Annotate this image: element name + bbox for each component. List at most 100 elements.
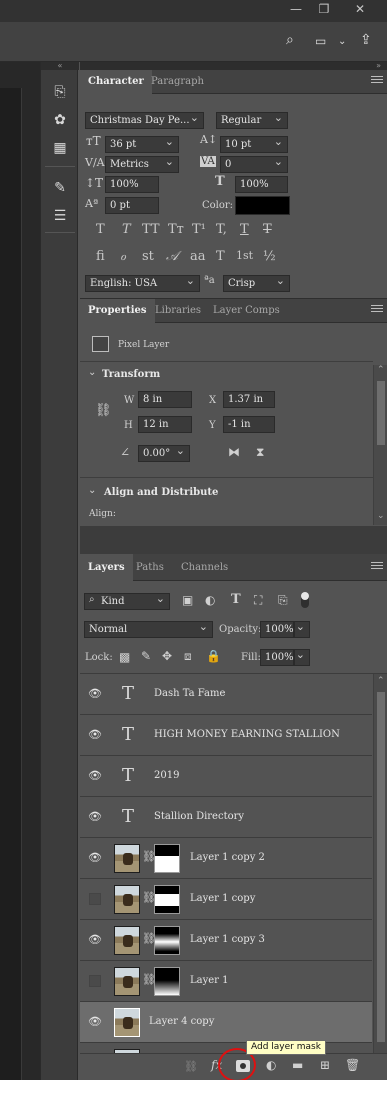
y-field[interactable]: -1 in <box>223 416 275 433</box>
lock-artboard-icon[interactable]: ⧈ <box>184 649 192 664</box>
kerning-select[interactable]: Metrics <box>105 154 179 173</box>
flip-horizontal-icon[interactable]: ⧓ <box>228 445 240 459</box>
tab-layer-comps[interactable]: Layer Comps <box>205 299 288 323</box>
layer-name[interactable]: Layer 1 copy <box>190 893 255 904</box>
ordinals-button[interactable]: 1st <box>236 249 253 262</box>
angle-field[interactable]: 0.00° <box>138 443 190 462</box>
layer-thumbnail[interactable] <box>114 1008 140 1037</box>
collapse-right-icon[interactable]: » <box>80 62 387 70</box>
horizontal-scale-field[interactable]: 100% <box>235 176 288 193</box>
layers-scrollbar[interactable]: ⌃ <box>373 674 387 1053</box>
lock-position-icon[interactable]: ✥ <box>162 649 172 663</box>
eye-icon[interactable]: 👁 <box>88 810 102 824</box>
brush-settings-icon[interactable]: ✎ <box>50 178 70 198</box>
stylistic-alternates-button[interactable]: aa <box>190 249 206 264</box>
canvas-area[interactable] <box>0 62 40 1080</box>
layer-name[interactable]: Stallion Directory <box>154 811 244 822</box>
antialias-select[interactable]: Crisp <box>223 273 290 292</box>
tab-paragraph[interactable]: Paragraph <box>143 70 212 94</box>
layer-name[interactable]: Layer 1 copy 3 <box>190 934 265 945</box>
new-group-folder-icon[interactable]: ▬ <box>292 1058 303 1072</box>
visibility-toggle[interactable] <box>89 893 101 905</box>
document-canvas[interactable] <box>0 88 22 1080</box>
layer-row[interactable]: 👁 ⛓ Layer 1 copy 3 <box>80 920 372 961</box>
properties-scrollbar[interactable]: ⌃ ⌄ <box>373 365 387 525</box>
old-style-button[interactable]: ℴ <box>120 249 126 264</box>
layer-row[interactable]: 👁 T Dash Ta Fame <box>80 674 372 715</box>
restore-icon[interactable]: ❐ <box>310 0 338 20</box>
small-caps-button[interactable]: Tт <box>168 222 184 237</box>
layer-mask-thumbnail[interactable] <box>154 926 180 955</box>
layer-mask-thumbnail[interactable] <box>154 967 180 996</box>
font-size-field[interactable]: 36 pt <box>105 134 179 153</box>
color-palette-icon[interactable]: ✿ <box>50 110 70 130</box>
eye-icon[interactable]: 👁 <box>88 851 102 865</box>
chevron-down-icon[interactable]: ⌄ <box>88 367 96 378</box>
tracking-select[interactable]: 0 <box>220 154 288 173</box>
swatches-grid-icon[interactable]: ▦ <box>50 138 70 158</box>
layer-row-selected[interactable]: 👁 Layer 4 copy <box>80 1002 372 1043</box>
opacity-dropdown[interactable] <box>294 619 310 638</box>
swash-button[interactable]: 𝒜 <box>166 249 178 264</box>
layer-name[interactable]: Layer 4 copy <box>149 1016 214 1027</box>
faux-bold-button[interactable]: T <box>96 222 105 237</box>
layer-name[interactable]: Dash Ta Fame <box>154 688 225 699</box>
align-section-title[interactable]: Align and Distribute <box>104 487 218 498</box>
faux-italic-button[interactable]: T <box>122 222 131 237</box>
tab-paths[interactable]: Paths <box>128 554 172 581</box>
ligatures-button[interactable]: fi <box>96 249 105 264</box>
layer-thumbnail[interactable] <box>114 844 140 873</box>
font-style-select[interactable]: Regular <box>216 110 288 129</box>
all-caps-button[interactable]: TT <box>142 222 160 237</box>
discretionary-ligatures-button[interactable]: st <box>142 249 154 264</box>
filter-pixel-icon[interactable]: ▣ <box>182 593 193 607</box>
fractions-button[interactable]: ½ <box>263 249 276 264</box>
workspace-icon[interactable]: ▭ <box>315 34 326 48</box>
transform-section-title[interactable]: Transform <box>102 369 160 380</box>
superscript-button[interactable]: T¹ <box>192 222 206 237</box>
leading-field[interactable]: 10 pt <box>220 134 288 153</box>
filter-shape-icon[interactable]: ⛶ <box>254 593 262 608</box>
layer-thumbnail[interactable] <box>114 926 140 955</box>
layer-row[interactable]: 👁 T HIGH MONEY EARNING STALLION <box>80 715 372 756</box>
layer-mask-thumbnail[interactable] <box>154 844 180 873</box>
panel-menu-icon[interactable] <box>371 305 383 315</box>
eye-icon[interactable]: 👁 <box>88 769 102 783</box>
vertical-scale-field[interactable]: 100% <box>105 176 159 193</box>
strikethrough-button[interactable]: T <box>263 222 272 237</box>
width-field[interactable]: 8 in <box>138 391 192 408</box>
filter-toggle[interactable] <box>301 592 309 608</box>
layer-row[interactable]: ⛓ Layer 1 copy <box>80 879 372 920</box>
tab-layers[interactable]: Layers <box>80 554 133 581</box>
font-family-select[interactable]: Christmas Day Pe... <box>85 110 204 129</box>
layer-name[interactable]: 2019 <box>154 770 179 781</box>
panel-menu-icon[interactable] <box>371 562 383 572</box>
underline-button[interactable]: T <box>240 222 249 237</box>
panel-menu-icon[interactable] <box>371 76 383 86</box>
adjustments-icon[interactable]: ☰ <box>50 206 70 226</box>
eye-icon[interactable]: 👁 <box>88 728 102 742</box>
subscript-button[interactable]: T, <box>216 222 227 237</box>
layer-name[interactable]: Layer 1 copy 2 <box>190 852 265 863</box>
layer-thumbnail[interactable] <box>114 885 140 914</box>
language-select[interactable]: English: USA <box>85 273 200 292</box>
fill-field[interactable]: 100% <box>260 649 294 666</box>
layer-name[interactable]: Layer 1 <box>190 975 229 986</box>
layer-name[interactable]: HIGH MONEY EARNING STALLION <box>154 729 340 740</box>
filter-smart-object-icon[interactable]: ⎘ <box>278 593 288 608</box>
share-icon[interactable]: ⇪ <box>360 32 372 48</box>
new-layer-icon[interactable]: ⊞ <box>320 1058 330 1072</box>
link-layers-icon[interactable]: ⛓ <box>184 1060 198 1073</box>
link-chain-icon[interactable]: ⛓ <box>95 403 112 418</box>
collapse-left-icon[interactable]: « <box>41 62 79 70</box>
visibility-toggle[interactable] <box>89 975 101 987</box>
tab-character[interactable]: Character <box>80 70 152 94</box>
filter-kind-select[interactable]: Kind <box>84 591 170 610</box>
chevron-down-icon[interactable]: ⌄ <box>338 36 346 47</box>
minimize-icon[interactable]: — <box>282 0 310 20</box>
layer-row[interactable]: ⛓ Layer 1 <box>80 961 372 1002</box>
layer-row[interactable]: 👁 T 2019 <box>80 756 372 797</box>
search-icon[interactable]: ⌕ <box>286 32 294 48</box>
height-field[interactable]: 12 in <box>138 416 192 433</box>
eye-icon[interactable]: 👁 <box>88 687 102 701</box>
